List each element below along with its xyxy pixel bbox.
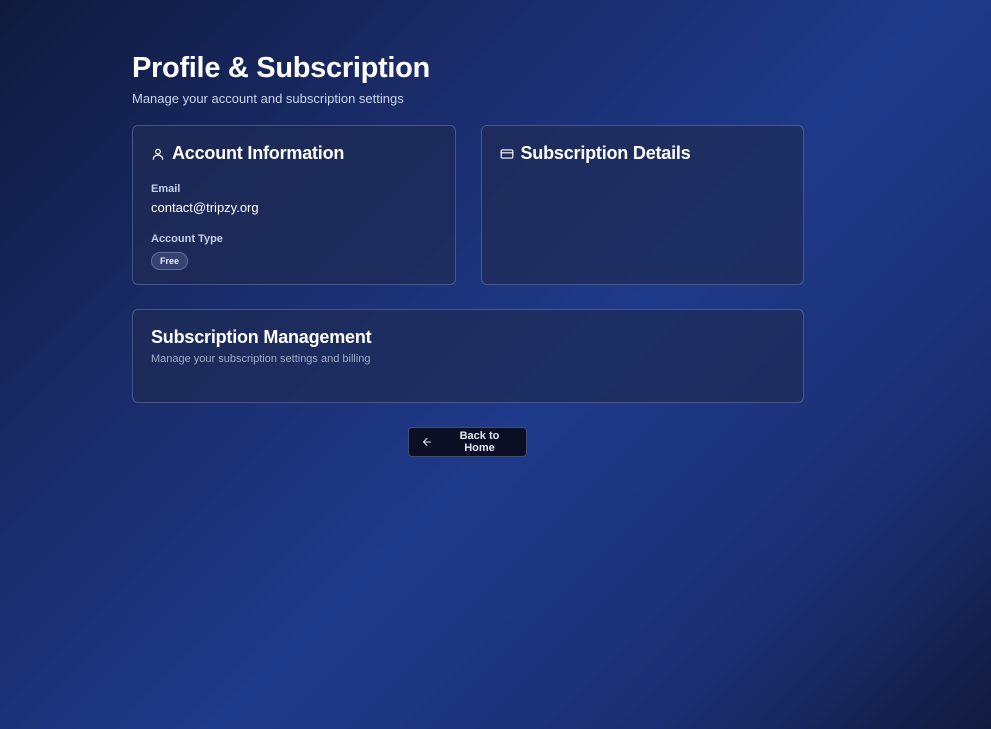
account-card-title: Account Information xyxy=(172,143,345,163)
user-icon xyxy=(151,147,165,161)
profile-page: Profile & Subscription Manage your accou… xyxy=(132,52,804,457)
actions-row: Back to Home xyxy=(132,427,804,457)
email-field-block: Email contact@tripzy.org xyxy=(151,183,437,216)
account-card-header: Account Information xyxy=(151,143,437,164)
subscription-management-card: Subscription Management Manage your subs… xyxy=(132,309,804,403)
back-to-home-button[interactable]: Back to Home xyxy=(407,427,527,457)
subscription-details-card: Subscription Details xyxy=(480,125,804,285)
account-type-field-block: Account Type Free xyxy=(151,233,437,270)
subscription-card-header: Subscription Details xyxy=(500,143,786,164)
subscription-card-title: Subscription Details xyxy=(520,143,691,163)
account-information-card: Account Information Email contact@tripzy… xyxy=(132,125,456,285)
email-label: Email xyxy=(151,183,181,195)
arrow-left-icon xyxy=(421,435,434,449)
management-card-subtitle: Manage your subscription settings and bi… xyxy=(151,353,371,365)
page-title: Profile & Subscription xyxy=(132,52,430,84)
credit-card-icon xyxy=(500,147,514,161)
cards-row: Account Information Email contact@tripzy… xyxy=(132,125,804,285)
page-subtitle: Manage your account and subscription set… xyxy=(132,91,404,106)
management-card-title: Subscription Management xyxy=(151,327,372,347)
email-value: contact@tripzy.org xyxy=(151,200,259,215)
back-button-label: Back to Home xyxy=(459,430,500,454)
account-type-badge: Free xyxy=(151,252,189,270)
account-type-label: Account Type xyxy=(151,233,223,245)
